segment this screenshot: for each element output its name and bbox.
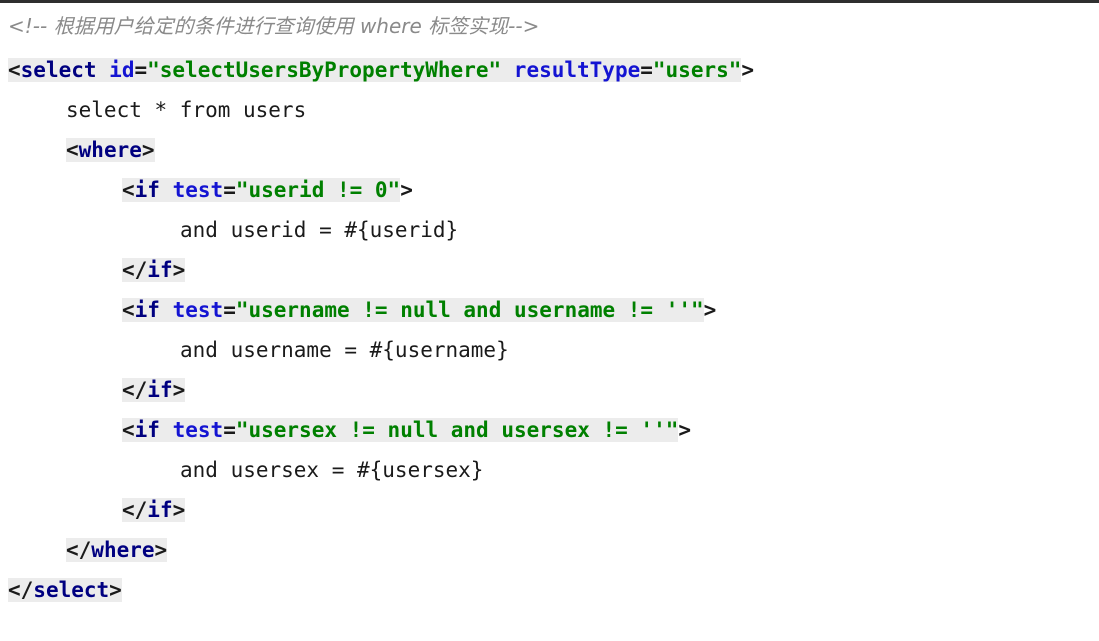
code-line-body-usersex[interactable]: and usersex = #{usersex}: [0, 450, 1099, 490]
select-close-tag-name: select: [33, 578, 110, 602]
if-userid-eq: =: [223, 178, 236, 202]
if-username-lt: <: [122, 298, 135, 322]
if-usersex-tag-name: if: [134, 418, 160, 442]
code-line-if-close-1[interactable]: </if>: [0, 250, 1099, 290]
where-close-tag-name: where: [91, 538, 155, 562]
select-attr-id-value: "selectUsersByPropertyWhere": [147, 58, 502, 82]
select-tag-name: select: [20, 58, 97, 82]
select-attr-resulttype: resultType: [513, 58, 641, 82]
if-close-2-gt: >: [172, 378, 186, 402]
code-line-body-userid[interactable]: and userid = #{userid}: [0, 210, 1099, 250]
body-userid-text: and userid = #{userid}: [180, 218, 459, 242]
code-line-select-close[interactable]: </select>: [0, 570, 1099, 610]
if-close-2-lt: </: [122, 378, 148, 402]
select-attr-resulttype-eq: =: [640, 58, 653, 82]
comment-open: <!--: [8, 14, 48, 38]
if-username-gt: >: [703, 298, 717, 322]
select-close-gt: >: [109, 578, 122, 602]
if-usersex-attr-test: test: [172, 418, 224, 442]
code-line-comment[interactable]: <!-- 根据用户给定的条件进行查询使用 where 标签实现-->: [0, 3, 1099, 50]
if-username-attr-test: test: [172, 298, 224, 322]
if-close-3-tag-name: if: [147, 498, 173, 522]
comment-close: -->: [508, 14, 540, 38]
comment-text-cn: 根据用户给定的条件进行查询使用: [47, 14, 360, 38]
if-close-3-lt: </: [122, 498, 148, 522]
select-attr-id: id: [109, 58, 135, 82]
where-open-lt: <: [66, 138, 79, 162]
select-close-lt: </: [8, 578, 34, 602]
sql-statement: select * from users: [66, 98, 307, 122]
if-usersex-gt: >: [678, 418, 692, 442]
code-line-sql[interactable]: select * from users: [0, 90, 1099, 130]
code-line-if-close-3[interactable]: </if>: [0, 490, 1099, 530]
if-usersex-test-value: "usersex != null and usersex != ''": [235, 418, 679, 442]
where-tag-name: where: [78, 138, 142, 162]
if-username-tag-name: if: [134, 298, 160, 322]
body-usersex-text: and usersex = #{usersex}: [180, 458, 484, 482]
body-username-text: and username = #{username}: [180, 338, 509, 362]
if-userid-tag-name: if: [134, 178, 160, 202]
code-line-if-userid[interactable]: <if test="userid != 0">: [0, 170, 1099, 210]
code-line-select-open[interactable]: <select id="selectUsersByPropertyWhere" …: [0, 50, 1099, 90]
code-line-where-open[interactable]: <where>: [0, 130, 1099, 170]
code-line-body-username[interactable]: and username = #{username}: [0, 330, 1099, 370]
where-close-lt: </: [66, 538, 92, 562]
if-close-1-tag-name: if: [147, 258, 173, 282]
comment-text-cn-2: 标签实现: [421, 14, 509, 38]
where-open-gt: >: [141, 138, 155, 162]
select-open-lt: <: [8, 58, 21, 82]
if-userid-lt: <: [122, 178, 135, 202]
if-usersex-lt: <: [122, 418, 135, 442]
code-block[interactable]: <!-- 根据用户给定的条件进行查询使用 where 标签实现--> <sele…: [0, 3, 1099, 610]
if-username-eq: =: [223, 298, 236, 322]
if-close-2-tag-name: if: [147, 378, 173, 402]
comment-keyword-where: where: [359, 14, 422, 38]
if-userid-attr-test: test: [172, 178, 224, 202]
select-attr-resulttype-value: "users": [652, 58, 742, 82]
if-userid-gt: >: [400, 178, 413, 202]
select-attr-id-eq: =: [134, 58, 148, 82]
if-userid-test-value: "userid != 0": [235, 178, 401, 202]
if-username-test-value: "username != null and username != ''": [235, 298, 704, 322]
if-close-1-lt: </: [122, 258, 148, 282]
code-line-where-close[interactable]: </where>: [0, 530, 1099, 570]
code-line-if-close-2[interactable]: </if>: [0, 370, 1099, 410]
code-line-if-usersex[interactable]: <if test="usersex != null and usersex !=…: [0, 410, 1099, 450]
select-open-gt: >: [741, 58, 755, 82]
where-close-gt: >: [154, 538, 168, 562]
if-close-3-gt: >: [172, 498, 186, 522]
if-close-1-gt: >: [172, 258, 186, 282]
code-line-if-username[interactable]: <if test="username != null and username …: [0, 290, 1099, 330]
if-usersex-eq: =: [223, 418, 236, 442]
